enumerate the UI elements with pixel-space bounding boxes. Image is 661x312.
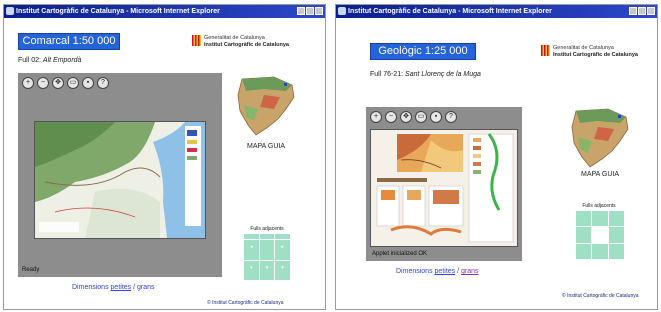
adjacent-ne[interactable] — [275, 234, 290, 240]
adjacent-se[interactable] — [608, 243, 624, 259]
adjacent-nw[interactable] — [244, 234, 259, 240]
adjacent-sw[interactable] — [576, 243, 592, 259]
maximize-button[interactable] — [638, 7, 646, 15]
adjacent-w[interactable] — [576, 227, 592, 243]
org-line-1: Generalitat de Catalunya — [204, 35, 265, 41]
adjacent-sheets-label: Fulls adjacents — [582, 203, 616, 209]
print-icon[interactable]: ▭ — [67, 77, 79, 89]
adjacent-current — [592, 227, 608, 243]
minimize-button[interactable] — [297, 7, 305, 15]
size-separator: / — [457, 268, 460, 275]
ie-icon — [6, 7, 14, 15]
scale-badge: Geològic 1:25 000 — [370, 43, 476, 60]
copyright: © Institut Cartogràfic de Catalunya — [562, 293, 639, 299]
senyera-icon — [541, 45, 550, 56]
zoom-out-icon[interactable]: − — [385, 111, 397, 123]
guide-label: MAPA GUIA — [247, 143, 285, 150]
large-size-link[interactable]: grans — [137, 284, 155, 291]
large-size-link[interactable]: grans — [461, 268, 479, 275]
zoom-in-icon[interactable]: + — [22, 77, 34, 89]
title-bar: Institut Cartogràfic de Catalunya - Micr… — [4, 5, 325, 18]
applet-status: Applet inicialized OK — [372, 251, 428, 257]
help-icon[interactable]: ? — [445, 111, 457, 123]
adjacent-sw[interactable]: ▾ — [244, 260, 259, 280]
catalonia-guide-map[interactable] — [234, 75, 298, 142]
org-line-1: Generalitat de Catalunya — [553, 45, 614, 51]
adjacent-n[interactable] — [259, 234, 275, 240]
dimensions-row: Dimensions petites / grans — [72, 284, 155, 291]
print-icon[interactable]: ▭ — [415, 111, 427, 123]
adjacent-s[interactable]: ▾ — [259, 260, 275, 280]
adjacent-current — [259, 240, 275, 260]
browser-window-geologic: Institut Cartogràfic de Catalunya - Micr… — [335, 4, 658, 310]
minimize-button[interactable] — [629, 7, 637, 15]
dimensions-label: Dimensions — [396, 268, 433, 275]
pan-icon[interactable]: ✥ — [52, 77, 64, 89]
close-button[interactable] — [315, 7, 323, 15]
org-line-2: Institut Cartogràfic de Catalunya — [204, 41, 289, 48]
generalitat-logo: Generalitat de Catalunya Institut Cartog… — [541, 45, 638, 58]
dimensions-row: Dimensions petites / grans — [396, 268, 479, 275]
guide-label: MAPA GUIA — [581, 171, 619, 178]
window-title: Institut Cartogràfic de Catalunya - Micr… — [348, 8, 552, 15]
applet-status: Ready — [22, 267, 40, 273]
topographic-map-graphic — [35, 122, 205, 238]
small-size-link[interactable]: petites — [111, 284, 132, 291]
zoom-out-icon[interactable]: − — [37, 77, 49, 89]
scale-badge: Comarcal 1:50 000 — [18, 33, 120, 50]
copyright: © Institut Cartogràfic de Catalunya — [207, 300, 284, 306]
adjacent-s[interactable] — [592, 243, 608, 259]
save-icon[interactable]: ▪ — [82, 77, 94, 89]
maximize-button[interactable] — [306, 7, 314, 15]
adjacent-nw[interactable] — [576, 211, 592, 227]
sheet-title: Full 02: Alt Empordà — [18, 57, 81, 64]
adjacent-sheets-grid: ◂ ▸ ▾ ▾ ▾ — [244, 234, 290, 280]
sheet-name: Alt Empordà — [42, 57, 82, 64]
generalitat-logo: Generalitat de Catalunya Institut Cartog… — [192, 35, 289, 48]
adjacent-ne[interactable] — [608, 211, 624, 227]
close-button[interactable] — [647, 7, 655, 15]
save-icon[interactable]: ▪ — [430, 111, 442, 123]
adjacent-sheets-grid — [576, 211, 624, 259]
catalonia-map-graphic — [237, 76, 295, 136]
pan-icon[interactable]: ✥ — [400, 111, 412, 123]
org-line-2: Institut Cartogràfic de Catalunya — [553, 51, 638, 58]
sheet-label: Full 76-21: — [370, 71, 404, 78]
senyera-icon — [192, 35, 201, 46]
zoom-in-icon[interactable]: + — [370, 111, 382, 123]
sheet-label: Full 02: — [18, 57, 41, 64]
adjacent-e[interactable]: ▸ — [275, 240, 290, 260]
sheet-name: Sant Llorenç de la Muga — [405, 71, 481, 78]
adjacent-n[interactable] — [592, 211, 608, 227]
title-bar: Institut Cartogràfic de Catalunya - Micr… — [336, 5, 657, 18]
browser-window-comarcal: Institut Cartogràfic de Catalunya - Micr… — [3, 4, 326, 310]
ie-icon — [338, 7, 346, 15]
help-icon[interactable]: ? — [97, 77, 109, 89]
adjacent-se[interactable]: ▾ — [275, 260, 290, 280]
small-size-link[interactable]: petites — [435, 268, 456, 275]
catalonia-guide-map[interactable] — [568, 107, 632, 174]
catalonia-map-graphic — [571, 108, 629, 168]
map-toolbar: + − ✥ ▭ ▪ ? — [22, 77, 109, 89]
geologic-map[interactable] — [370, 129, 518, 247]
adjacent-sheets-label: Fulls adjacents — [250, 226, 284, 232]
map-toolbar: + − ✥ ▭ ▪ ? — [370, 111, 457, 123]
adjacent-e[interactable] — [608, 227, 624, 243]
sheet-title: Full 76-21: Sant Llorenç de la Muga — [370, 71, 481, 78]
adjacent-w[interactable]: ◂ — [244, 240, 259, 260]
geologic-map-graphic — [371, 130, 517, 246]
dimensions-label: Dimensions — [72, 284, 109, 291]
size-separator: / — [133, 284, 136, 291]
topographic-map[interactable] — [34, 121, 206, 239]
window-title: Institut Cartogràfic de Catalunya - Micr… — [16, 8, 220, 15]
